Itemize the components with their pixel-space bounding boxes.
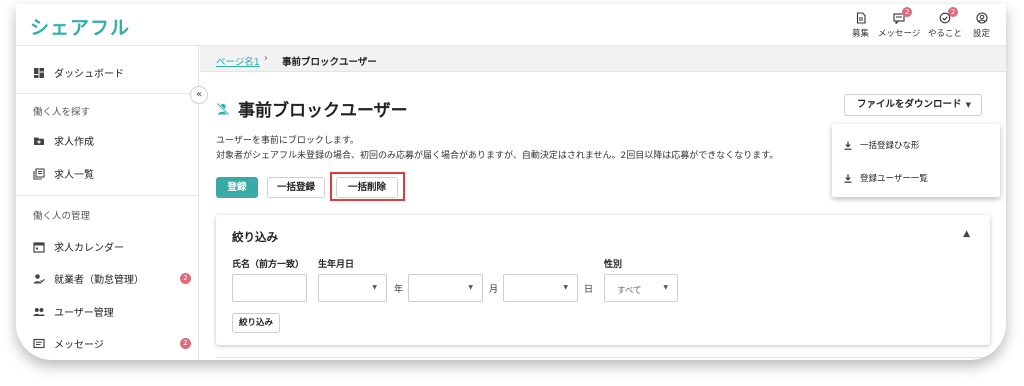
page-title-text: 事前ブロックユーザー (238, 101, 408, 121)
breadcrumb: ページ名1 › 事前ブロックユーザー (200, 46, 1006, 72)
sidebar-item-label: 求人一覧 (54, 170, 94, 181)
download-icon (844, 174, 852, 183)
document-icon (856, 12, 866, 24)
gender-label: 性別 (604, 260, 623, 270)
folder-plus-icon (34, 137, 44, 145)
nav-todo-label: やること (928, 29, 963, 39)
name-label: 氏名（前方一致） (232, 260, 305, 270)
divider (16, 195, 199, 196)
menu-item-label: 一括登録ひな形 (860, 141, 920, 151)
sidebar-item-calendar[interactable]: 求人カレンダー (33, 239, 191, 254)
month-unit: 月 (489, 285, 499, 295)
messages-count-badge: 2 (902, 7, 913, 17)
top-bar: シェアフル 募集 2 メッセージ 2 やること 設定 (16, 4, 1006, 46)
sidebar-item-label: メッセージ (54, 340, 104, 351)
highlight-box (330, 172, 405, 201)
sidebar-item-label: ユーザー管理 (54, 308, 114, 319)
filter-submit-button[interactable]: 絞り込み (232, 313, 280, 333)
breadcrumb-separator: › (264, 53, 268, 64)
user-check-icon (33, 273, 45, 283)
nav-settings[interactable]: 設定 (973, 12, 990, 39)
user-block-icon (216, 102, 230, 115)
chevron-down-icon: ▼ (563, 284, 568, 291)
sidebar-item-dashboard[interactable]: ダッシュボード (33, 65, 191, 80)
nav-recruit[interactable]: 募集 (852, 12, 869, 39)
gender-value: すべて (617, 286, 642, 296)
sidebar-item-messages[interactable]: メッセージ 2 (33, 336, 191, 351)
register-button[interactable]: 登録 (216, 177, 258, 198)
users-icon (33, 307, 45, 316)
chevron-up-icon[interactable]: ▲ (963, 229, 970, 239)
chevron-down-icon: ▼ (965, 101, 971, 109)
messages-count-badge: 2 (180, 338, 191, 349)
breadcrumb-link[interactable]: ページ名1 (216, 54, 260, 68)
nav-todo[interactable]: 2 やること (928, 7, 963, 39)
menu-item-user-list[interactable]: 登録ユーザー一覧 (844, 172, 928, 184)
download-button[interactable]: ファイルをダウンロード ▼ (844, 94, 982, 116)
bulk-register-button[interactable]: 一括登録 (267, 177, 325, 198)
todo-count-badge: 2 (948, 7, 958, 17)
chevron-down-icon: ▼ (468, 284, 473, 291)
download-button-label: ファイルをダウンロード (857, 99, 962, 110)
nav-settings-label: 設定 (973, 29, 991, 39)
workers-count-badge: 2 (180, 273, 191, 284)
day-unit: 日 (584, 285, 594, 295)
nav-messages[interactable]: 2 メッセージ (878, 7, 921, 39)
sidebar-item-job-list[interactable]: 求人一覧 (33, 166, 191, 181)
message-icon (33, 338, 45, 348)
divider (16, 93, 199, 94)
section-heading-find: 働く人を探す (33, 107, 91, 118)
birth-day-select[interactable]: ▼ (503, 274, 578, 302)
birthdate-label: 生年月日 (318, 260, 355, 270)
message-icon: 2 (893, 7, 913, 25)
main-content: 事前ブロックユーザー ファイルをダウンロード ▼ ユーザーを事前にブロックします… (200, 72, 1006, 360)
sidebar-item-label: 求人作成 (54, 137, 94, 148)
user-icon (975, 12, 988, 24)
page-title: 事前ブロックユーザー (216, 96, 408, 121)
section-heading-manage: 働く人の管理 (33, 211, 91, 222)
year-unit: 年 (394, 285, 404, 295)
dashboard-icon (34, 67, 44, 78)
sidebar-item-label: ダッシュボード (54, 69, 124, 80)
chevron-down-icon: ▼ (372, 284, 377, 291)
check-icon: 2 (939, 7, 958, 24)
download-menu: 一括登録ひな形 登録ユーザー一覧 (832, 124, 1000, 197)
description-line-2: 対象者がシェアフル未登録の場合、初回のみ応募が届く場合がありますが、自動決定はさ… (216, 151, 779, 161)
sidebar-item-users[interactable]: ユーザー管理 (33, 304, 191, 319)
menu-item-template[interactable]: 一括登録ひな形 (844, 139, 920, 151)
app-window: シェアフル 募集 2 メッセージ 2 やること 設定 ダッシュボード 働く人を探… (16, 4, 1006, 360)
breadcrumb-current: 事前ブロックユーザー (282, 57, 377, 68)
sidebar-item-label: 就業者（勤怠管理） (54, 275, 144, 286)
description-line-1: ユーザーを事前にブロックします。 (216, 136, 359, 146)
app-logo[interactable]: シェアフル (30, 13, 130, 40)
nav-recruit-label: 募集 (852, 29, 870, 39)
collapse-sidebar-button[interactable]: « (190, 86, 208, 104)
birth-year-select[interactable]: ▼ (318, 274, 387, 302)
menu-item-label: 登録ユーザー一覧 (860, 174, 928, 184)
results-panel-edge (216, 357, 990, 360)
filter-title: 絞り込み (232, 230, 278, 244)
nav-messages-label: メッセージ (878, 29, 921, 39)
name-input[interactable] (232, 274, 307, 302)
download-icon (844, 141, 852, 150)
sidebar-item-label: 求人カレンダー (54, 243, 124, 254)
calendar-icon (33, 241, 45, 253)
birth-month-select[interactable]: ▼ (408, 274, 483, 302)
filter-panel: 絞り込み ▲ 氏名（前方一致） 生年月日 ▼ 年 ▼ 月 ▼ 日 性別 すべて … (216, 215, 990, 345)
sidebar-item-job-create[interactable]: 求人作成 (33, 133, 191, 148)
chevron-down-icon: ▼ (663, 284, 668, 291)
gender-select[interactable]: すべて ▼ (604, 274, 678, 302)
list-icon (33, 167, 45, 180)
sidebar-item-workers[interactable]: 就業者（勤怠管理） 2 (33, 271, 191, 286)
sidebar: ダッシュボード 働く人を探す 求人作成 求人一覧 働く人の管理 求人カレンダー … (16, 46, 199, 360)
